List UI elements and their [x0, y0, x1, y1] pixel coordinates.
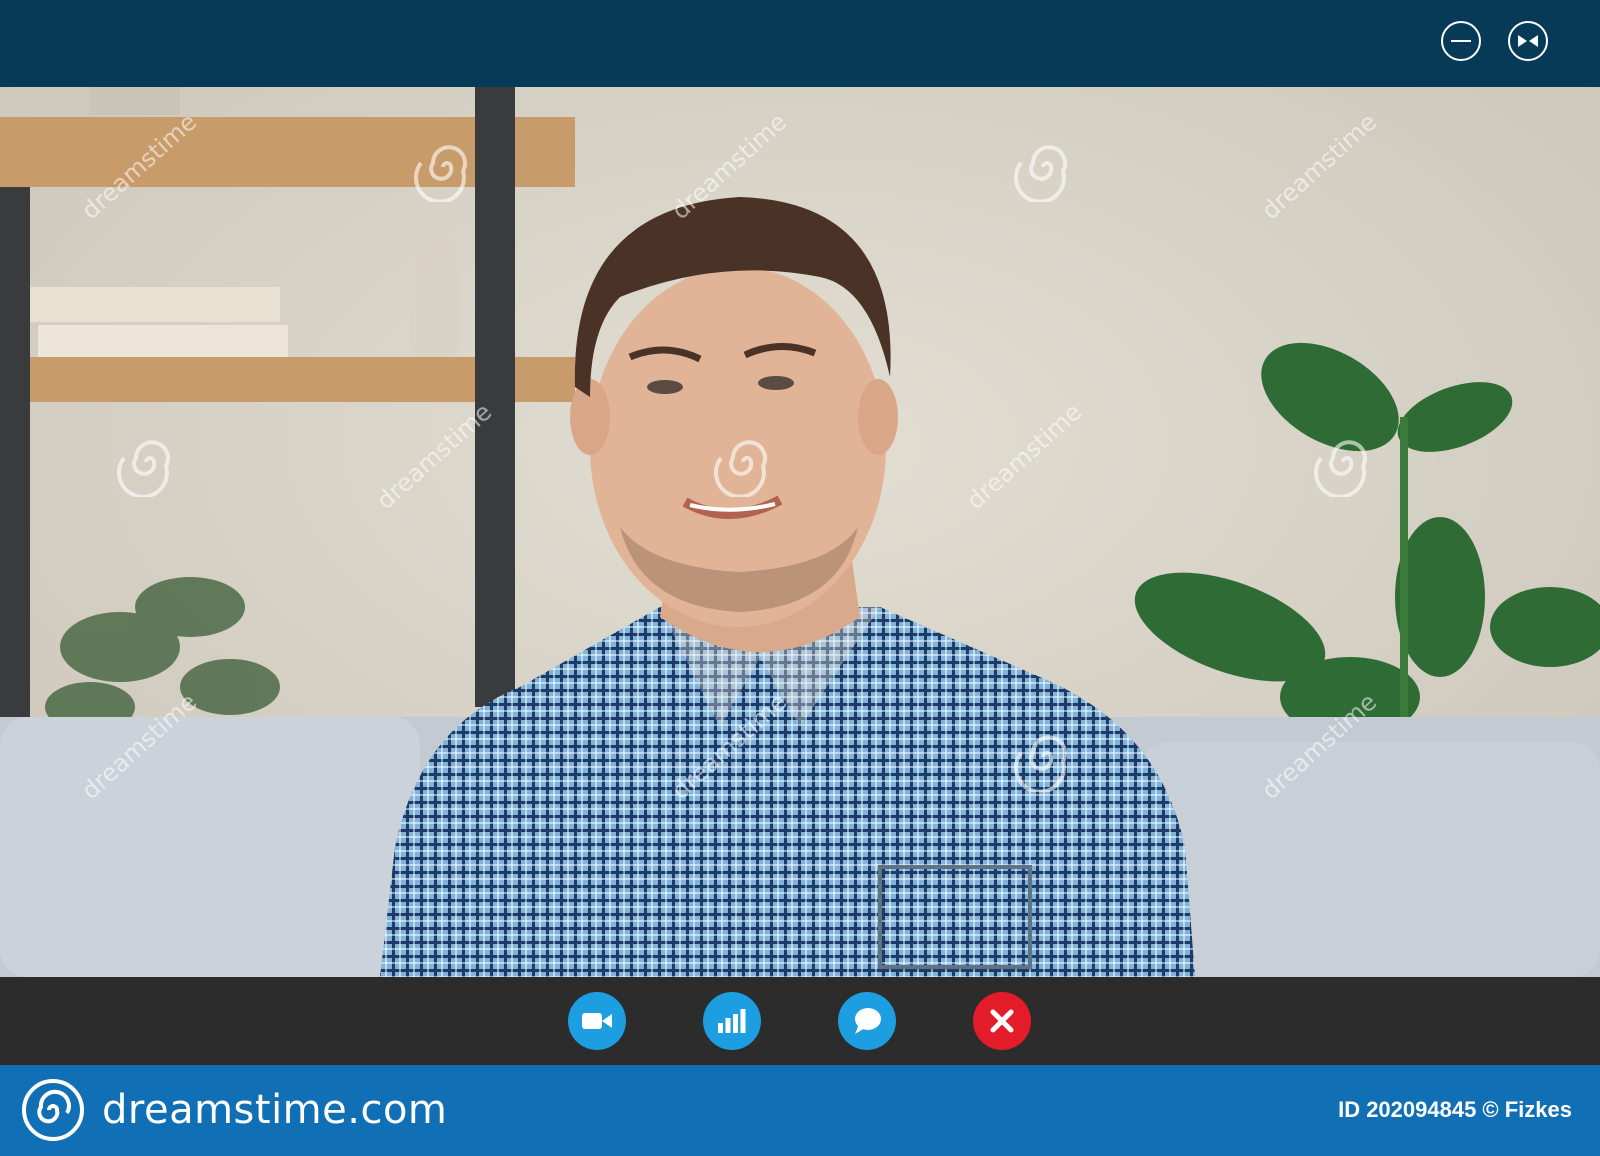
brand: dreamstime.com	[22, 1079, 447, 1141]
video-toggle-button[interactable]	[568, 992, 626, 1050]
video-feed: dreamstime dreamstime dreamstime dreamst…	[0, 87, 1600, 977]
video-call-window: dreamstime dreamstime dreamstime dreamst…	[0, 0, 1600, 1065]
exit-fullscreen-button[interactable]	[1508, 21, 1548, 61]
minimize-button[interactable]	[1441, 21, 1481, 61]
title-bar	[0, 0, 1600, 87]
video-camera-icon	[582, 1013, 612, 1029]
chat-button[interactable]	[838, 992, 896, 1050]
brand-name: dreamstime.com	[102, 1087, 448, 1133]
image-credit: ID 202094845 © Fizkes	[1338, 1097, 1572, 1122]
stats-button[interactable]	[703, 992, 761, 1050]
participant-video	[0, 87, 1600, 977]
call-controls-bar	[0, 977, 1600, 1065]
chat-bubble-icon	[855, 1008, 881, 1034]
stock-footer: dreamstime.com ID 202094845 © Fizkes	[0, 1065, 1600, 1156]
spiral-logo-icon	[22, 1079, 84, 1141]
minimize-icon	[1451, 40, 1471, 42]
close-icon	[990, 1009, 1014, 1033]
exit-fullscreen-icon	[1518, 35, 1538, 47]
signal-bars-icon	[718, 1009, 746, 1033]
end-call-button[interactable]	[973, 992, 1031, 1050]
